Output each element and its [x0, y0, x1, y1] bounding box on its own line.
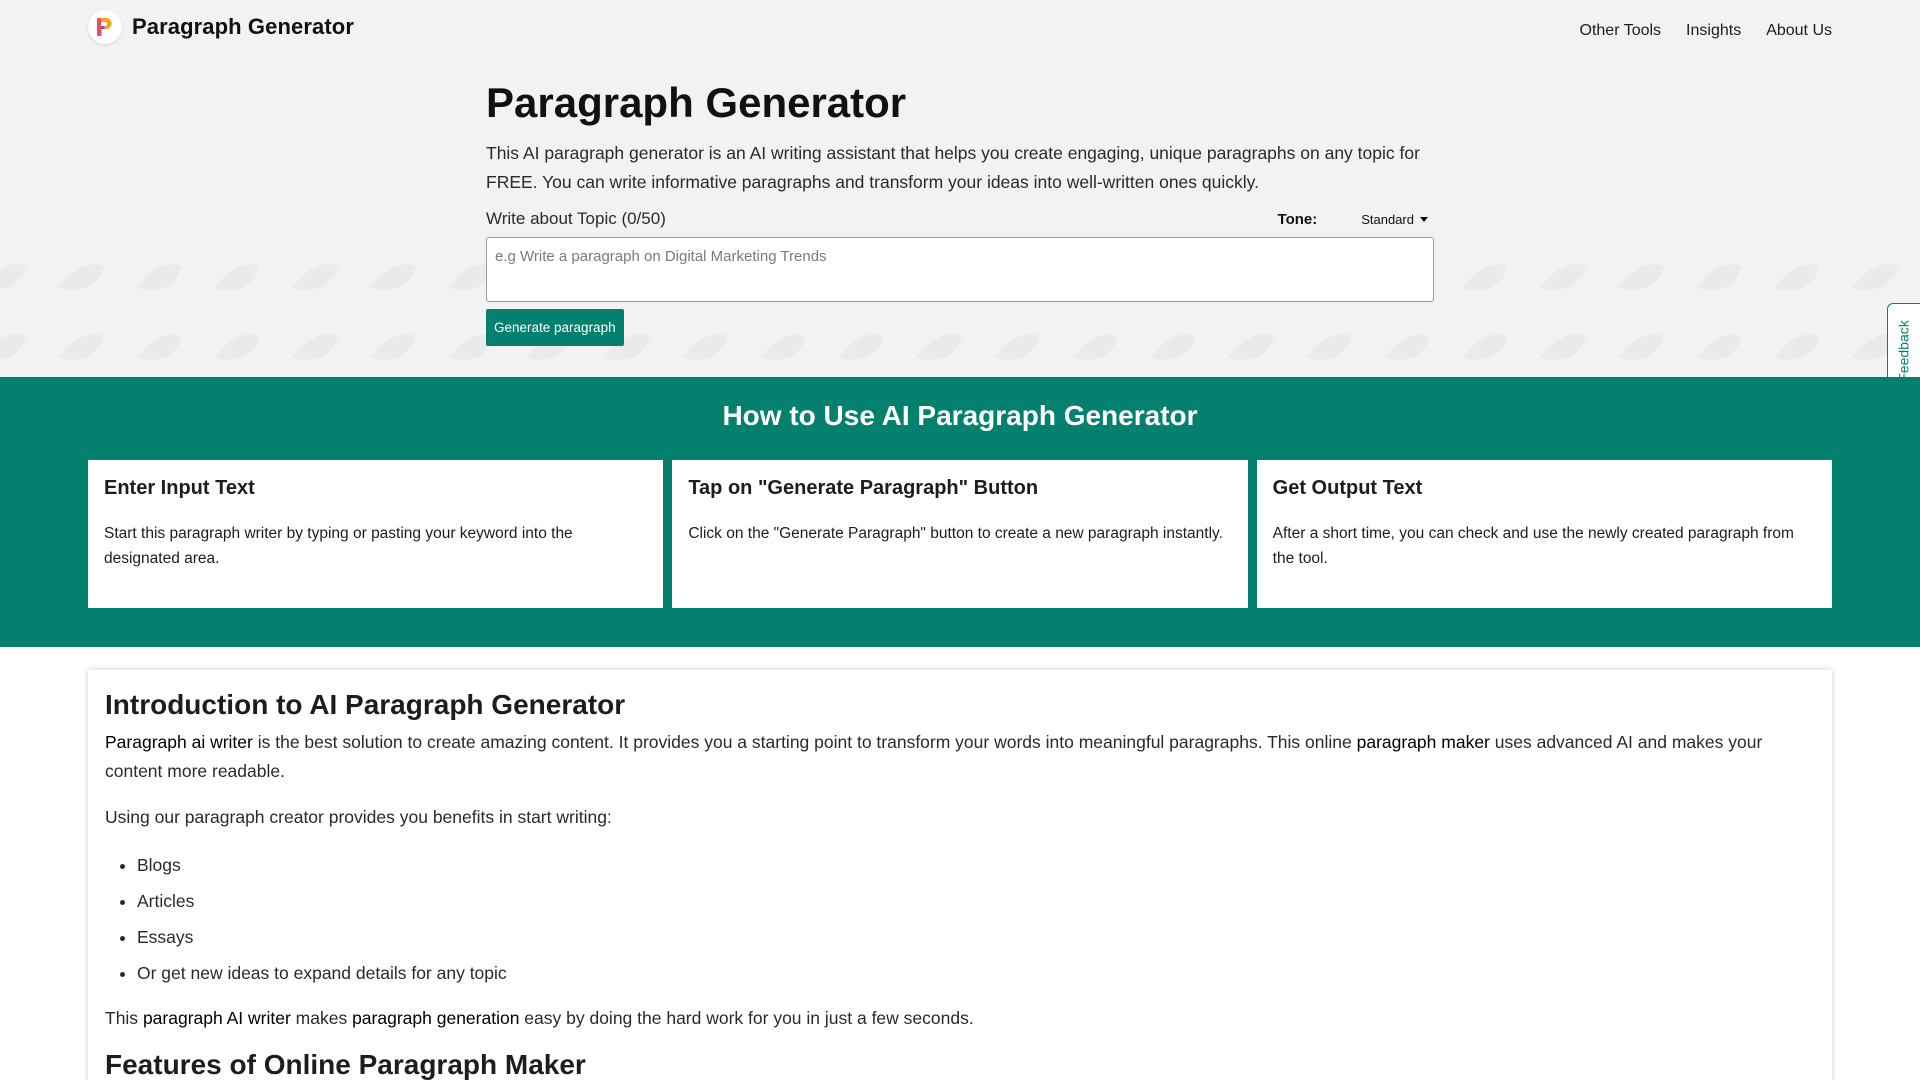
leaf-shape: [0, 264, 26, 290]
step-text: Start this paragraph writer by typing or…: [104, 525, 573, 567]
leaf-shape: [1696, 264, 1742, 290]
field-row: Write about Topic (0/50) Tone: Standard: [486, 206, 1434, 232]
top-bar: Paragraph Generator Other Tools Insights…: [88, 10, 1832, 44]
paragraph-text: is the best solution to create amazing c…: [252, 732, 1357, 752]
p-letter-logo-icon: [88, 10, 122, 44]
how-to-use-section: How to Use AI Paragraph Generator Enter …: [0, 377, 1920, 647]
intro-paragraph-2: Using our paragraph creator provides you…: [105, 807, 612, 827]
keyword-link[interactable]: paragraph maker: [1357, 732, 1490, 752]
nav-other-tools[interactable]: Other Tools: [1580, 22, 1662, 40]
generator-tool: Paragraph Generator This AI paragraph ge…: [486, 78, 1434, 346]
leaf-shape: [370, 264, 416, 290]
leaf-shape: [1618, 264, 1664, 290]
step-card: Enter Input Text Start this paragraph wr…: [88, 460, 664, 608]
step-title: Tap on "Generate Paragraph" Button: [688, 477, 1039, 499]
leaf-shape: [1540, 334, 1586, 360]
paragraph-text: This: [105, 1008, 143, 1028]
leaf-shape: [136, 334, 182, 360]
keyword-link[interactable]: paragraph generation: [352, 1008, 519, 1028]
benefits-list: Blogs Articles Essays Or get new ideas t…: [105, 847, 1815, 991]
leaf-shape: [1774, 334, 1820, 360]
step-title: Enter Input Text: [104, 477, 255, 499]
list-item: Articles: [137, 883, 1815, 919]
leaf-shape: [1852, 264, 1898, 290]
list-item: Essays: [137, 919, 1815, 955]
intro-paragraph-3: This paragraph AI writer makes paragraph…: [105, 1004, 1815, 1033]
brand-link[interactable]: Paragraph Generator: [88, 10, 354, 44]
leaf-shape: [1462, 334, 1508, 360]
leaf-shape: [292, 334, 338, 360]
features-title: Features of Online Paragraph Maker: [105, 1049, 586, 1080]
tone-value: Standard: [1361, 211, 1414, 227]
keyword-link[interactable]: paragraph AI writer: [143, 1008, 291, 1028]
leaf-shape: [292, 264, 338, 290]
steps-row: Enter Input Text Start this paragraph wr…: [88, 460, 1832, 608]
leaf-shape: [0, 334, 26, 360]
brand-name: Paragraph Generator: [132, 14, 354, 39]
topic-field-label: Write about Topic (0/50): [486, 209, 666, 228]
leaf-shape: [214, 264, 260, 290]
hero-section: Paragraph Generator Other Tools Insights…: [0, 0, 1920, 377]
tone-label: Tone:: [1277, 210, 1318, 228]
step-card: Get Output Text After a short time, you …: [1256, 460, 1832, 608]
nav-insights[interactable]: Insights: [1686, 22, 1741, 40]
list-item: Blogs: [137, 847, 1815, 883]
paragraph-text: makes: [290, 1008, 353, 1028]
intro-paragraph-1: Paragraph ai writer is the best solution…: [105, 728, 1815, 786]
intro-title: Introduction to AI Paragraph Generator: [105, 689, 626, 720]
step-text: After a short time, you can check and us…: [1272, 525, 1794, 567]
list-item: Or get new ideas to expand details for a…: [137, 955, 1815, 991]
leaf-shape: [1540, 264, 1586, 290]
leaf-shape: [1774, 264, 1820, 290]
caret-down-icon: [1420, 216, 1428, 222]
step-text: Click on the "Generate Paragraph" button…: [688, 525, 1223, 542]
leaf-shape: [1462, 264, 1508, 290]
leaf-shape: [58, 264, 104, 290]
topic-input[interactable]: [486, 237, 1434, 302]
tool-description: This AI paragraph generator is an AI wri…: [486, 143, 1420, 192]
generate-paragraph-button[interactable]: Generate paragraph: [486, 309, 624, 346]
keyword-link[interactable]: Paragraph ai writer: [105, 732, 253, 752]
how-to-use-title: How to Use AI Paragraph Generator: [722, 400, 1198, 431]
tone-dropdown[interactable]: Standard: [1361, 212, 1428, 227]
leaf-shape: [136, 264, 182, 290]
step-card: Tap on "Generate Paragraph" Button Click…: [672, 460, 1248, 608]
paragraph-text: easy by doing the hard work for you in j…: [519, 1008, 974, 1028]
main-nav: Other Tools Insights About Us: [1580, 22, 1832, 40]
leaf-shape: [214, 334, 260, 360]
tone-control: Tone: Standard: [1278, 211, 1434, 228]
leaf-shape: [1618, 334, 1664, 360]
page-title: Paragraph Generator: [486, 79, 907, 126]
step-title: Get Output Text: [1272, 477, 1423, 499]
leaf-shape: [370, 334, 416, 360]
leaf-shape: [58, 334, 104, 360]
nav-about-us[interactable]: About Us: [1766, 22, 1832, 40]
feedback-label: Feedback: [1896, 319, 1913, 382]
intro-article: Introduction to AI Paragraph Generator P…: [88, 670, 1832, 1080]
leaf-shape: [1696, 334, 1742, 360]
